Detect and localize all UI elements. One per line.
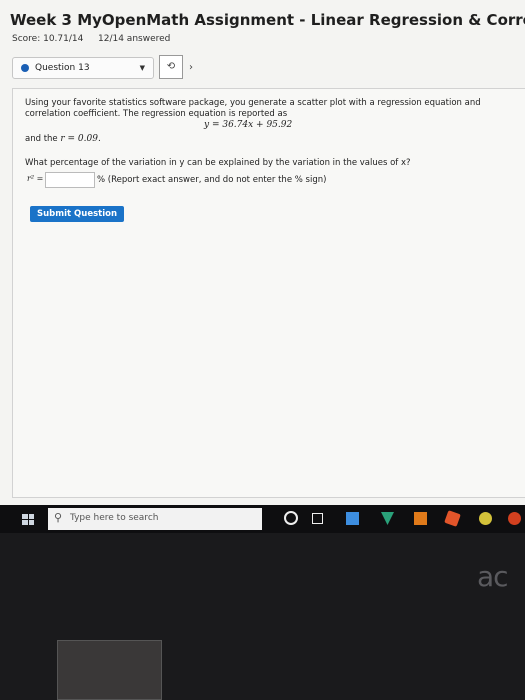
laptop-brand-logo: ac [477,560,509,593]
app-icon-yellow[interactable] [479,512,492,525]
question-text-line-2: correlation coefficient. The regression … [25,109,288,119]
submit-question-button[interactable]: Submit Question [30,206,125,222]
app-icon-green[interactable] [381,512,394,525]
r-squared-label: r² = [27,174,44,183]
windows-start-icon[interactable] [22,514,34,525]
question-panel [12,88,525,498]
chevron-right-icon: › [189,62,193,73]
question-text-line-1: Using your favorite statistics software … [25,98,481,108]
r-value: r = 0.09. [60,134,101,144]
taskbar-search-box[interactable]: ⚲ Type here to search [48,508,262,530]
mail-icon[interactable] [346,512,359,525]
history-button[interactable]: ⟲ [159,55,183,79]
r-prefix: and the [25,134,58,144]
answer-input[interactable] [45,172,95,188]
search-placeholder: Type here to search [70,513,159,523]
page-title: Week 3 MyOpenMath Assignment - Linear Re… [10,11,525,29]
chevron-down-icon: ▼ [139,64,145,72]
history-icon: ⟲ [166,61,176,72]
score-text: Score: 10.71/14 [12,34,84,44]
next-question-button[interactable]: › [189,62,193,73]
app-icon-red[interactable] [444,510,461,527]
answered-dot-icon [21,64,29,72]
question-prompt: What percentage of the variation in y ca… [25,158,411,168]
answer-hint: % (Report exact answer, and do not enter… [97,175,327,185]
task-view-icon[interactable] [312,513,323,524]
answered-count: 12/14 answered [98,34,171,44]
app-icon-orange-circle[interactable] [508,512,521,525]
app-icon-orange[interactable] [414,512,427,525]
question-select[interactable]: Question 13 ▼ [12,57,154,79]
cortana-icon[interactable] [284,511,298,525]
regression-equation: y = 36.74x + 95.92 [204,120,293,130]
keyboard-edge [57,640,162,700]
browser-viewport: Week 3 MyOpenMath Assignment - Linear Re… [0,0,525,505]
search-icon: ⚲ [54,511,63,524]
question-select-label: Question 13 [35,63,90,73]
r-line: and the r = 0.09. [25,134,101,144]
taskbar: ⚲ Type here to search [0,505,525,533]
